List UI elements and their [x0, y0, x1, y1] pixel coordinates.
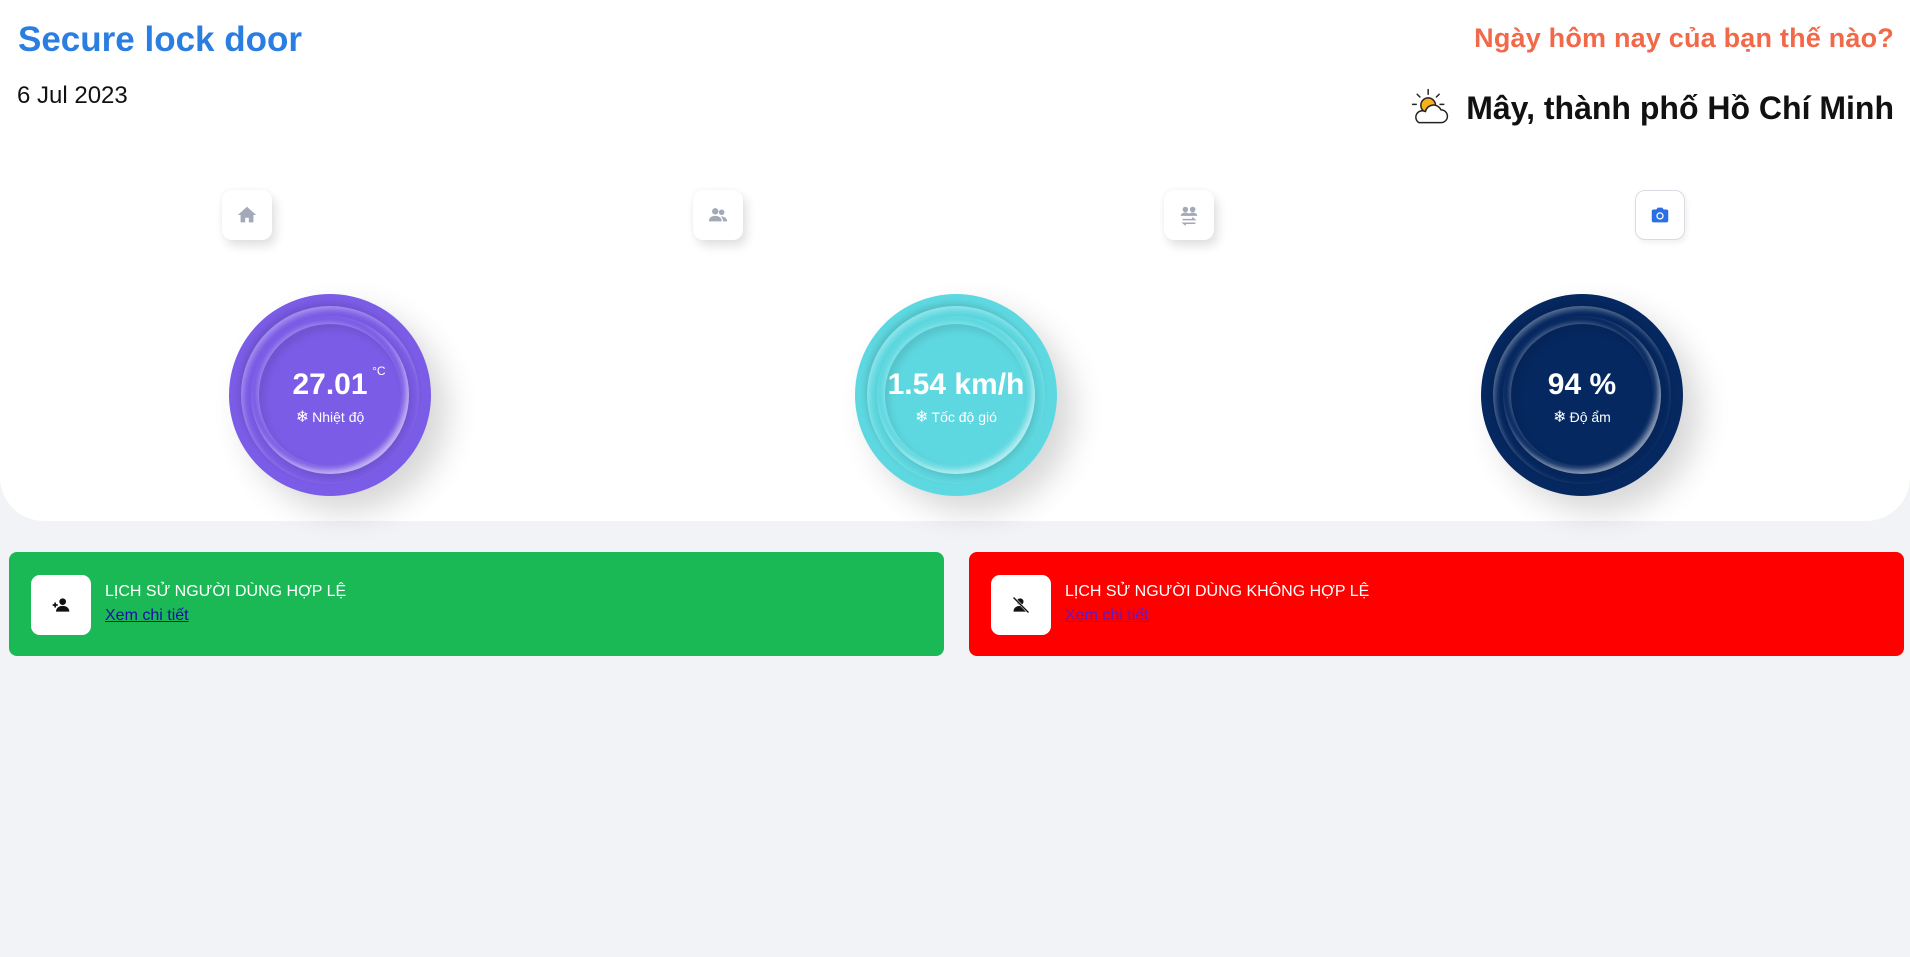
temperature-label-text: Nhiệt độ — [312, 408, 365, 425]
users-icon — [708, 208, 728, 222]
card-text: LỊCH SỬ NGƯỜI DÙNG KHÔNG HỢP LỆ Xem chi … — [1065, 583, 1369, 625]
snowflake-icon: ❄ — [295, 408, 310, 426]
greeting-text: Ngày hôm nay của bạn thế nào? — [1474, 23, 1894, 53]
blocked-user-icon — [1012, 596, 1030, 614]
wind-value: 1.54 km/h — [887, 367, 1025, 401]
temperature-number: 27.01 — [292, 367, 368, 401]
wind-label-text: Tốc độ gió — [931, 408, 997, 425]
app-title: Secure lock door — [18, 20, 302, 59]
home-icon — [237, 206, 257, 223]
temperature-value: 27.01 °C — [292, 364, 385, 402]
current-date: 6 Jul 2023 — [17, 82, 128, 109]
invalid-users-detail-link[interactable]: Xem chi tiết — [1065, 607, 1149, 625]
top-panel: Secure lock door 6 Jul 2023 Ngày hôm nay… — [0, 0, 1910, 521]
camera-icon — [1651, 207, 1669, 223]
humidity-label: ❄ Độ ẩm — [1553, 407, 1611, 427]
valid-users-title: LỊCH SỬ NGƯỜI DÙNG HỢP LỆ — [105, 583, 347, 600]
nav-user-switch-button[interactable] — [1164, 190, 1214, 240]
snowflake-icon: ❄ — [915, 408, 929, 426]
nav-home-button[interactable] — [222, 190, 272, 240]
humidity-value: 94 % — [1547, 367, 1617, 401]
snowflake-icon: ❄ — [1553, 408, 1567, 426]
card-text: LỊCH SỬ NGƯỜI DÙNG HỢP LỆ Xem chi tiết — [105, 583, 346, 625]
wind-label: ❄ Tốc độ gió — [915, 407, 997, 427]
valid-users-card[interactable]: LỊCH SỬ NGƯỜI DÙNG HỢP LỆ Xem chi tiết — [9, 552, 944, 656]
user-swap-icon — [1180, 206, 1198, 226]
card-icon-box — [991, 575, 1051, 635]
card-icon-box — [31, 575, 91, 635]
wind-gauge: 1.54 km/h ❄ Tốc độ gió — [855, 294, 1057, 496]
temperature-unit: °C — [372, 363, 386, 378]
add-user-icon — [52, 598, 70, 612]
invalid-users-card[interactable]: LỊCH SỬ NGƯỜI DÙNG KHÔNG HỢP LỆ Xem chi … — [969, 552, 1904, 656]
weather-text: Mây, thành phố Hồ Chí Minh — [1466, 89, 1894, 126]
humidity-gauge: 94 % ❄ Độ ẩm — [1481, 294, 1683, 496]
partly-cloudy-icon — [1412, 88, 1449, 124]
nav-users-button[interactable] — [693, 190, 743, 240]
valid-users-detail-link[interactable]: Xem chi tiết — [105, 607, 189, 625]
temperature-label: ❄ Nhiệt độ — [296, 407, 365, 427]
invalid-users-title: LỊCH SỬ NGƯỜI DÙNG KHÔNG HỢP LỆ — [1065, 583, 1370, 600]
nav-camera-button[interactable] — [1635, 190, 1685, 240]
weather-info: Mây, thành phố Hồ Chí Minh — [1408, 86, 1894, 130]
temperature-gauge: 27.01 °C ❄ Nhiệt độ — [229, 294, 431, 496]
humidity-label-text: Độ ẩm — [1569, 408, 1611, 425]
